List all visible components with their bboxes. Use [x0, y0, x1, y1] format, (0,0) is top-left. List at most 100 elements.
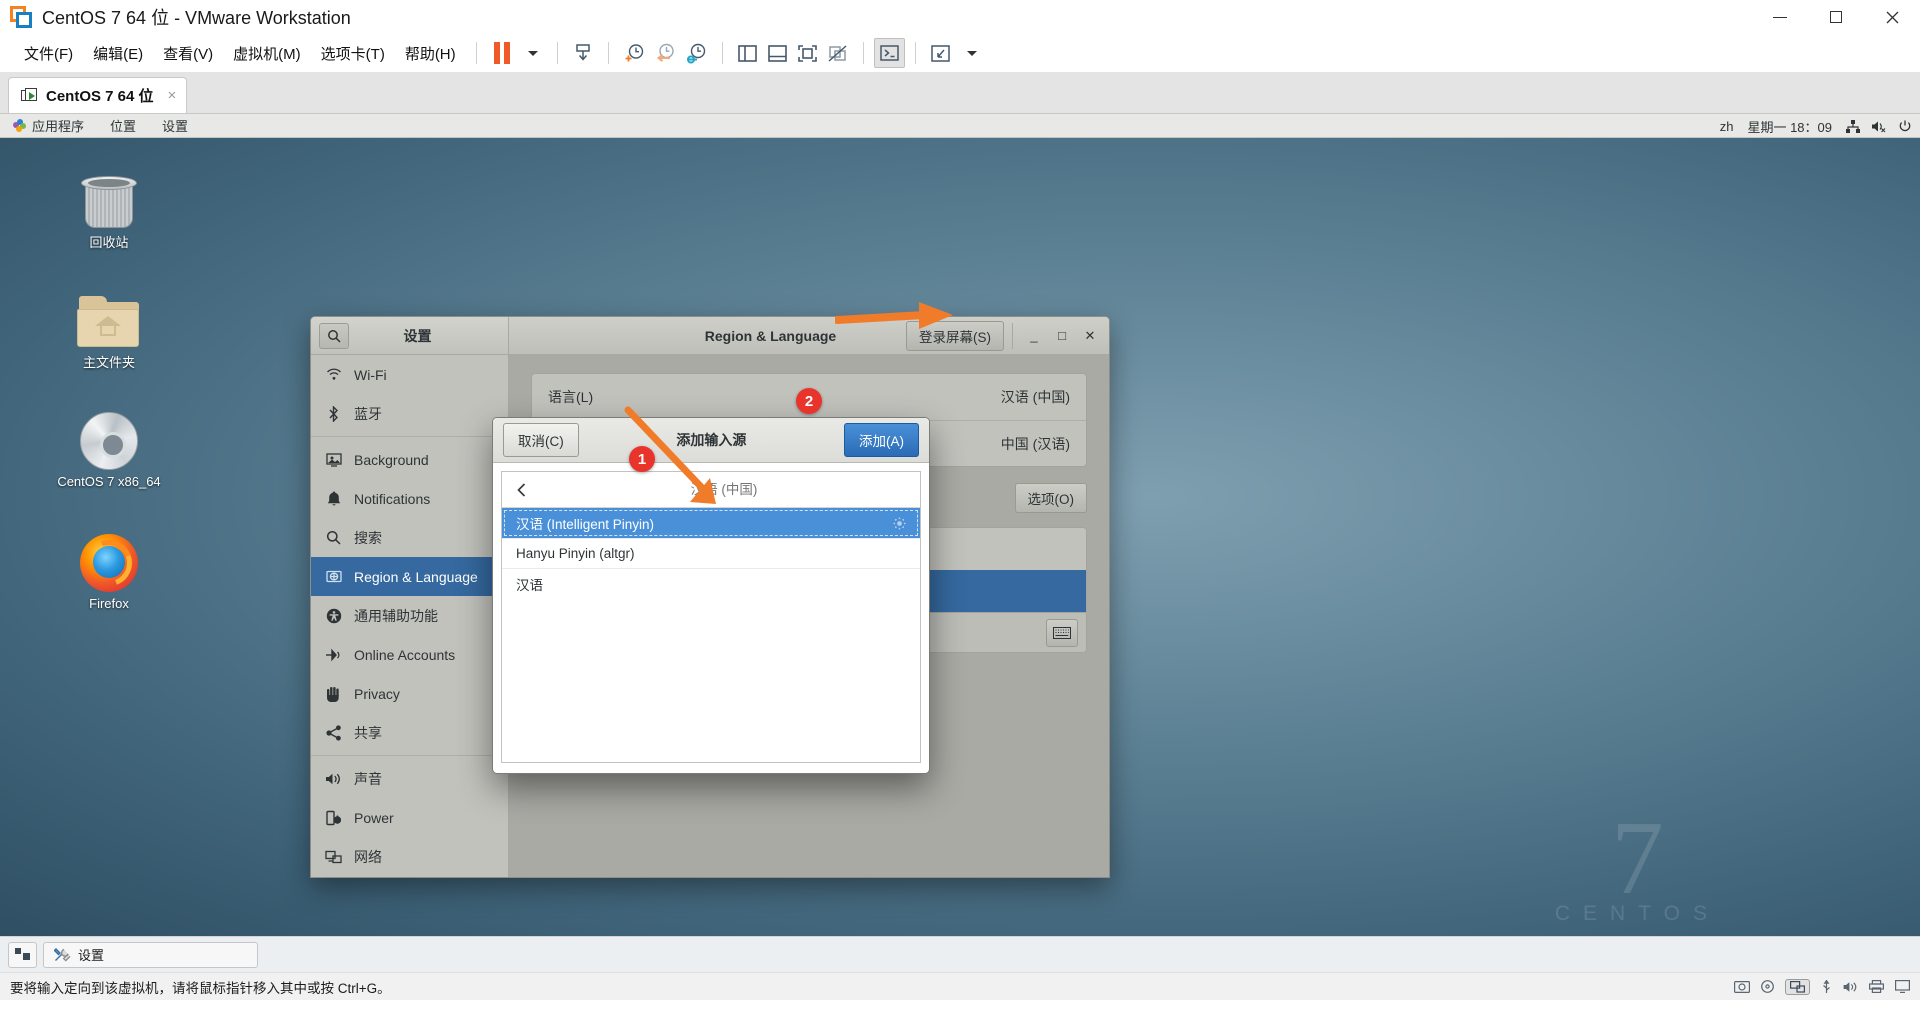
dialog-list-container: 汉语 (Intelligent Pinyin) Hanyu Pinyin (al…: [501, 471, 921, 763]
window-title: CentOS 7 64 位 - VMware Workstation: [42, 8, 351, 28]
desktop-icon-trash[interactable]: 回收站: [50, 160, 168, 251]
display-icon[interactable]: [1895, 980, 1910, 993]
desktop-icon-label: 回收站: [89, 235, 129, 250]
maximize-button[interactable]: [1808, 0, 1864, 34]
settings-window-header: 设置 Region & Language 登录屏幕(S) _ □ ✕: [311, 317, 1109, 355]
close-button[interactable]: [1864, 0, 1920, 34]
snapshot-manager-button[interactable]: [681, 38, 712, 68]
fullscreen-dropdown-button[interactable]: [956, 38, 986, 68]
send-keys-button[interactable]: [568, 38, 598, 68]
sidebar-item-region-language[interactable]: Region & Language: [311, 557, 508, 596]
hide-console-view-button[interactable]: [823, 38, 853, 68]
cancel-button[interactable]: 取消(C): [503, 423, 579, 457]
sidebar-item-search[interactable]: 搜索: [311, 518, 508, 557]
cd-dvd-icon[interactable]: [1761, 980, 1774, 993]
settings-tools-icon: [54, 947, 71, 963]
sidebar-item-bluetooth[interactable]: 蓝牙: [311, 394, 508, 433]
sidebar-item-sharing[interactable]: 共享: [311, 713, 508, 752]
applications-label: 应用程序: [32, 119, 85, 134]
revert-snapshot-button[interactable]: [650, 38, 681, 68]
console-view-icon: [797, 44, 818, 63]
menu-view[interactable]: 查看(V): [153, 40, 223, 67]
sidebar-item-label: 蓝牙: [354, 405, 382, 422]
gnome-menu-system[interactable]: 设置: [157, 115, 193, 136]
language-row-label: 语言(L): [548, 389, 594, 405]
menu-file[interactable]: 文件(F): [14, 40, 83, 67]
unity-mode-button[interactable]: [873, 38, 905, 68]
toolbar-separator-3: [607, 42, 609, 64]
sound-card-icon[interactable]: [1843, 981, 1858, 993]
terminal-icon: [879, 44, 900, 62]
fullscreen-button[interactable]: [926, 38, 956, 68]
network-adapter-icon[interactable]: [1785, 978, 1810, 995]
status-message: 要将输入定向到该虚拟机，请将鼠标指针移入其中或按 Ctrl+G。: [10, 980, 391, 996]
gnome-panel-left: 应用程序 位置 设置: [8, 115, 193, 136]
power-icon[interactable]: [1898, 119, 1912, 133]
chevron-down-icon: [966, 50, 977, 56]
taskbar-item-label: 设置: [78, 948, 105, 963]
guest-screen[interactable]: 应用程序 位置 设置 zh 星期一 18：09 7 CENTOS 回收站 主文件…: [0, 114, 1920, 936]
gnome-menu-places[interactable]: 位置: [105, 115, 141, 136]
sidebar-item-sound[interactable]: 声音: [311, 759, 508, 798]
sidebar-item-notifications[interactable]: Notifications: [311, 479, 508, 518]
minimize-button[interactable]: [1752, 0, 1808, 34]
hard-disk-icon[interactable]: [1734, 980, 1750, 993]
sidebar-item-background[interactable]: Background: [311, 440, 508, 479]
chevron-left-icon[interactable]: [512, 481, 530, 499]
tab-centos7[interactable]: CentOS 7 64 位 ×: [8, 77, 188, 113]
show-thumbnail-bar-button[interactable]: [763, 38, 793, 68]
desktop-icon-home[interactable]: 主文件夹: [50, 280, 168, 371]
show-library-button[interactable]: [733, 38, 763, 68]
sidebar-item-online-accounts[interactable]: Online Accounts: [311, 635, 508, 674]
usb-icon[interactable]: [1821, 979, 1832, 994]
gear-icon[interactable]: [893, 516, 906, 530]
input-source-option-hanyu-pinyin-altgr[interactable]: Hanyu Pinyin (altgr): [502, 538, 920, 568]
take-snapshot-button[interactable]: [619, 38, 650, 68]
gnome-menu-applications[interactable]: 应用程序: [8, 115, 89, 136]
restore-guest-button[interactable]: [8, 941, 37, 968]
sidebar-item-label: Power: [354, 809, 394, 826]
tab-close-icon[interactable]: ×: [168, 88, 177, 103]
desktop-icon-cd[interactable]: CentOS 7 x86_64: [50, 402, 168, 489]
settings-close-button[interactable]: ✕: [1077, 323, 1103, 349]
status-device-icons: [1734, 978, 1910, 995]
sidebar-item-label: 搜索: [354, 529, 382, 546]
options-button[interactable]: 选项(O): [1014, 483, 1087, 513]
sidebar-item-label: 通用辅助功能: [354, 607, 438, 624]
sidebar-item-privacy[interactable]: Privacy: [311, 674, 508, 713]
network-icon[interactable]: [1846, 119, 1860, 133]
sidebar-item-power[interactable]: Power: [311, 798, 508, 837]
sound-icon: [325, 770, 342, 787]
gnome-desktop[interactable]: 7 CENTOS 回收站 主文件夹 CentOS 7 x86_64 Firefo…: [0, 138, 1920, 936]
settings-search-button[interactable]: [319, 322, 349, 349]
settings-maximize-button[interactable]: □: [1049, 323, 1075, 349]
add-button[interactable]: 添加(A): [844, 423, 919, 457]
sidebar-item-accessibility[interactable]: 通用辅助功能: [311, 596, 508, 635]
suspend-button[interactable]: [487, 38, 517, 68]
printer-icon[interactable]: [1869, 980, 1884, 993]
volume-muted-icon[interactable]: [1871, 120, 1887, 133]
settings-header-left: 设置: [311, 317, 509, 354]
fullscreen-icon: [930, 44, 951, 63]
settings-minimize-button[interactable]: _: [1021, 323, 1047, 349]
input-source-indicator[interactable]: zh: [1720, 119, 1734, 134]
menu-edit[interactable]: 编辑(E): [83, 40, 153, 67]
keyboard-preview-button[interactable]: [1046, 618, 1078, 647]
sidebar-item-wifi[interactable]: Wi-Fi: [311, 355, 508, 394]
menu-vm[interactable]: 虚拟机(M): [223, 40, 311, 67]
home-folder-icon: [50, 280, 168, 348]
sidebar-item-network[interactable]: 网络: [311, 837, 508, 876]
pause-icon: [493, 42, 510, 64]
input-source-option-intelligent-pinyin[interactable]: 汉语 (Intelligent Pinyin): [502, 508, 920, 538]
show-console-view-button[interactable]: [793, 38, 823, 68]
wifi-icon: [325, 366, 342, 383]
toolbar-separator-5: [862, 42, 864, 64]
clock[interactable]: 星期一 18：09: [1747, 117, 1832, 136]
menu-help[interactable]: 帮助(H): [395, 40, 466, 67]
desktop-icon-firefox[interactable]: Firefox: [50, 524, 168, 611]
vm-taskbar: 设置: [0, 936, 1920, 972]
menu-tabs[interactable]: 选项卡(T): [311, 40, 395, 67]
input-source-option-chinese[interactable]: 汉语: [502, 568, 920, 598]
suspend-dropdown-button[interactable]: [517, 38, 547, 68]
taskbar-item-settings[interactable]: 设置: [43, 941, 258, 968]
